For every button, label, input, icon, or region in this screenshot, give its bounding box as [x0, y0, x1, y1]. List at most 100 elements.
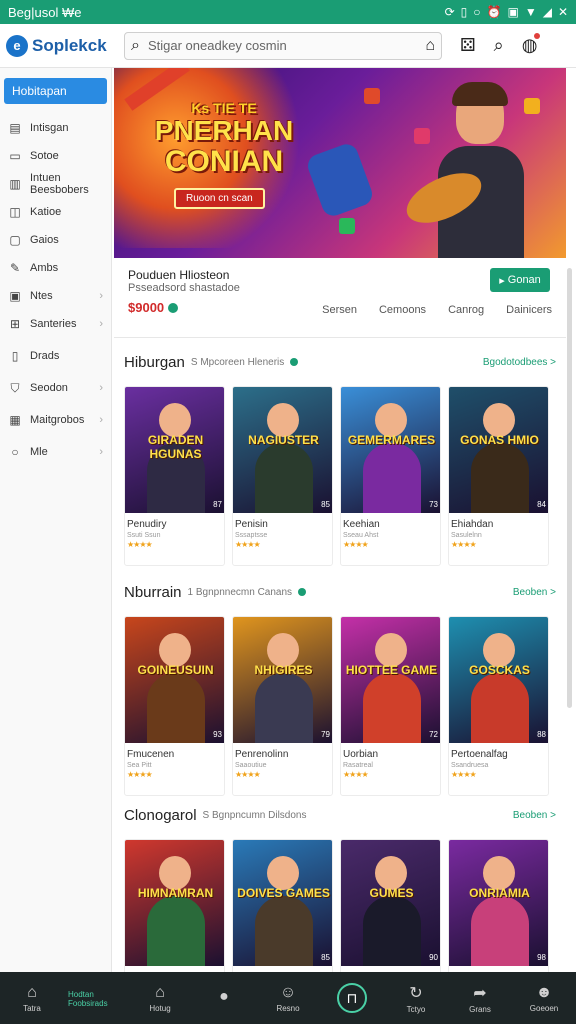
- hero-banner[interactable]: Ks TIE TE PNERHAN CONIAN Ruoon cn scan: [114, 68, 566, 258]
- scrollbar[interactable]: [567, 268, 572, 708]
- character-figure: [471, 443, 529, 513]
- rating-count: 98: [537, 953, 546, 962]
- character-face: [267, 403, 299, 437]
- star-rating: ★★★★: [343, 540, 369, 549]
- sidebar-item[interactable]: ▣ Ntes ›: [0, 282, 111, 310]
- sidebar-item[interactable]: ✎ Ambs: [0, 254, 111, 282]
- app-logo[interactable]: e Soplekck: [6, 34, 124, 57]
- nav-item[interactable]: ☺ Resno: [260, 984, 316, 1013]
- cube-decoration: [524, 98, 540, 114]
- game-card[interactable]: GIRADEN HGUNAS 87 Penudiry Ssuti Ssun ★★★★: [124, 386, 225, 566]
- game-card[interactable]: GOINEUSUIN 93 Fmucenen Sea Pitt ★★★★: [124, 616, 225, 796]
- game-card[interactable]: HIMNAMRANCaruelgr: [124, 839, 225, 972]
- house-icon: ⌂: [155, 983, 165, 1001]
- search-bar[interactable]: ⌕ Stigar oneadkey cosmin ⌂: [124, 31, 442, 60]
- rating-count: 73: [429, 500, 438, 509]
- game-title: Keehian: [343, 519, 380, 530]
- status-icons: ⟳ ▯ ○ ⏰ ▣ ▼ ◢ ✕: [445, 5, 568, 19]
- star-rating: ★★★★: [127, 770, 153, 779]
- sidebar-item[interactable]: ○ Mle ›: [0, 438, 111, 466]
- rating-count: 90: [429, 953, 438, 962]
- nav-label: Resno: [276, 1003, 300, 1013]
- character-figure: [471, 673, 529, 743]
- sidebar-item[interactable]: ▥ Intuen Beesbobers: [0, 170, 111, 198]
- game-card[interactable]: GEMERMARES 73 Keehian Sseau Ahst ★★★★: [340, 386, 441, 566]
- sidebar-item[interactable]: ◫ Katioe: [0, 198, 111, 226]
- search-button-icon[interactable]: ⌕: [494, 35, 504, 56]
- see-all-link[interactable]: Bgodotodbees >: [483, 357, 556, 368]
- tab[interactable]: Canrog: [448, 304, 484, 316]
- search-input[interactable]: Stigar oneadkey cosmin: [148, 38, 417, 53]
- section-subtitle: 1 Bgnpnnecmn Canans: [187, 586, 293, 598]
- cover-title: ONRIAMIA: [469, 886, 530, 900]
- status-text: Beg|usol ₩e: [8, 4, 82, 20]
- cube-decoration: [339, 218, 355, 234]
- get-button[interactable]: ▸ Gonan: [490, 268, 550, 292]
- see-all-link[interactable]: Beoben >: [513, 810, 556, 821]
- nav-item[interactable]: ●: [196, 988, 252, 1008]
- sidebar-item[interactable]: ▤ Intisgan: [0, 114, 111, 142]
- home-icon: ⌂: [27, 983, 37, 1001]
- game-card[interactable]: NHIGIRES 79 Penrenolinn Saaoutiue ★★★★: [232, 616, 333, 796]
- top-bar: e Soplekck ⌕ Stigar oneadkey cosmin ⌂ ⚄ …: [0, 24, 576, 68]
- star-rating: ★★★★: [235, 540, 261, 549]
- circle-icon: ○: [11, 445, 19, 459]
- game-card[interactable]: NAGIUSTER 85 Penisin Sssaptsse ★★★★: [232, 386, 333, 566]
- sidebar-item[interactable]: ⊞ Santeries ›: [0, 310, 111, 338]
- dice-icon[interactable]: ⚄: [460, 35, 476, 56]
- dot-icon: ●: [219, 988, 229, 1005]
- cube-decoration: [414, 128, 430, 144]
- section-subtitle: S Bgnpncumn Dilsdons: [202, 809, 307, 821]
- nav-label: Tctyo: [406, 1004, 426, 1014]
- character-figure: [147, 673, 205, 743]
- cart-icon[interactable]: ◍: [522, 33, 541, 56]
- tab[interactable]: Sersen: [322, 304, 357, 316]
- game-title: Fmucenen: [127, 749, 175, 760]
- game-card[interactable]: ONRIAMIA98Cegalia: [448, 839, 549, 972]
- section-title: Nburrain: [124, 583, 182, 601]
- rating-count: 79: [321, 730, 330, 739]
- game-meta: Saaoutiue: [235, 762, 267, 769]
- rating-count: 85: [321, 500, 330, 509]
- nav-item[interactable]: ⌂ Hotug: [132, 984, 188, 1013]
- game-title: Uorbian: [343, 749, 379, 760]
- tab[interactable]: Dainicers: [506, 304, 552, 316]
- game-card[interactable]: GOSCKAS 88 Pertoenalfag Ssandruesa ★★★★: [448, 616, 549, 796]
- nav-item[interactable]: ⊓: [324, 983, 380, 1013]
- sidebar-item[interactable]: ▭ Sotoe: [0, 142, 111, 170]
- section-title: Clonogarol: [124, 806, 197, 824]
- sidebar-item-active[interactable]: Hobitapan: [4, 78, 107, 104]
- tab[interactable]: Cemoons: [379, 304, 426, 316]
- rating-count: 88: [537, 730, 546, 739]
- nav-item[interactable]: ☻ Goeoen: [516, 984, 572, 1013]
- nav-item[interactable]: ↻ Tctyo: [388, 983, 444, 1014]
- sidebar-list: ▤ Intisgan ▭ Sotoe ▥ Intuen Beesbobers ◫ Kat…: [0, 114, 111, 466]
- nav-label: Hodtan Foobsirads: [68, 990, 108, 1008]
- product-price: $9000: [128, 300, 179, 315]
- game-meta: Ssandruesa: [451, 762, 489, 769]
- nav-item[interactable]: ➦ Grans: [452, 983, 508, 1014]
- sidebar-item[interactable]: ▯ Drads: [0, 342, 111, 370]
- cube-decoration: [364, 88, 380, 104]
- game-cover: GONAS HMIO 84: [449, 387, 548, 513]
- section-1: Nburrain 1 Bgnpnnecmn Canans Beoben > GO…: [114, 578, 566, 796]
- nav-item[interactable]: Hodtan Foobsirads: [68, 988, 124, 1008]
- vibrate-icon: ▯: [460, 5, 468, 19]
- game-cover: GOINEUSUIN 93: [125, 617, 224, 743]
- sidebar-item[interactable]: ▦ Maitgrobos ›: [0, 406, 111, 434]
- star-rating: ★★★★: [451, 540, 477, 549]
- bookmark-icon[interactable]: ⌂: [425, 37, 435, 55]
- sidebar-item[interactable]: ⛉ Seodon ›: [0, 374, 111, 402]
- cover-title: GONAS HMIO: [460, 433, 539, 447]
- nav-item[interactable]: ⌂ Tatra: [4, 984, 60, 1013]
- game-card[interactable]: GONAS HMIO 84 Ehiahdan Sasulelnn ★★★★: [448, 386, 549, 566]
- see-all-link[interactable]: Beoben >: [513, 587, 556, 598]
- game-card[interactable]: DOIVES GAMES85Cereeo: [232, 839, 333, 972]
- game-card[interactable]: HIOTTEE GAME 72 Uorbian Rasatreal ★★★★: [340, 616, 441, 796]
- character-face: [483, 403, 515, 437]
- section-dot-icon: [290, 358, 299, 366]
- close-icon: ✕: [557, 5, 568, 19]
- sidebar-item[interactable]: ▢ Gaios: [0, 226, 111, 254]
- game-card[interactable]: GUMES90Derradan: [340, 839, 441, 972]
- share-icon: ➦: [473, 984, 487, 1002]
